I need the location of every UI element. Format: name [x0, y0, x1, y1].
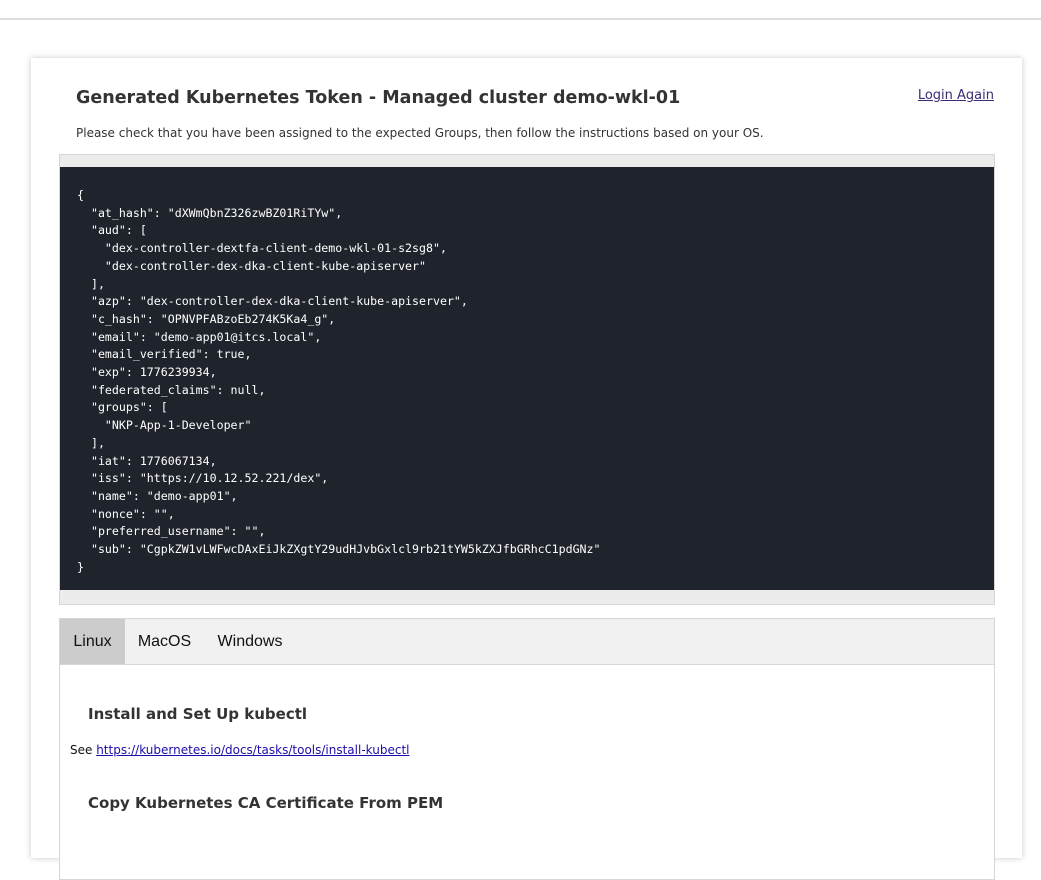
ca-certificate-heading: Copy Kubernetes CA Certificate From PEM [88, 794, 444, 812]
install-kubectl-reference: See https://kubernetes.io/docs/tasks/too… [70, 743, 409, 757]
token-card: Generated Kubernetes Token - Managed clu… [31, 58, 1022, 880]
token-json-code[interactable]: { "at_hash": "dXWmQbnZ326zwBZ01RiTYw", "… [60, 167, 994, 590]
os-tabs: Linux MacOS Windows Install and Set Up k… [59, 618, 995, 880]
page-title: Generated Kubernetes Token - Managed clu… [76, 88, 681, 108]
tab-macos[interactable]: MacOS [125, 619, 204, 664]
login-again-link[interactable]: Login Again [918, 88, 994, 103]
browser-top-bar [0, 0, 1041, 20]
tab-windows[interactable]: Windows [204, 619, 296, 664]
tab-linux[interactable]: Linux [60, 619, 125, 664]
install-kubectl-heading: Install and Set Up kubectl [88, 705, 308, 723]
instructions-subtitle: Please check that you have been assigned… [76, 126, 764, 140]
install-kubectl-link[interactable]: https://kubernetes.io/docs/tasks/tools/i… [96, 743, 409, 757]
see-label: See [70, 743, 97, 757]
tab-bar: Linux MacOS Windows [60, 619, 994, 665]
token-panel: { "at_hash": "dXWmQbnZ326zwBZ01RiTYw", "… [59, 154, 995, 605]
